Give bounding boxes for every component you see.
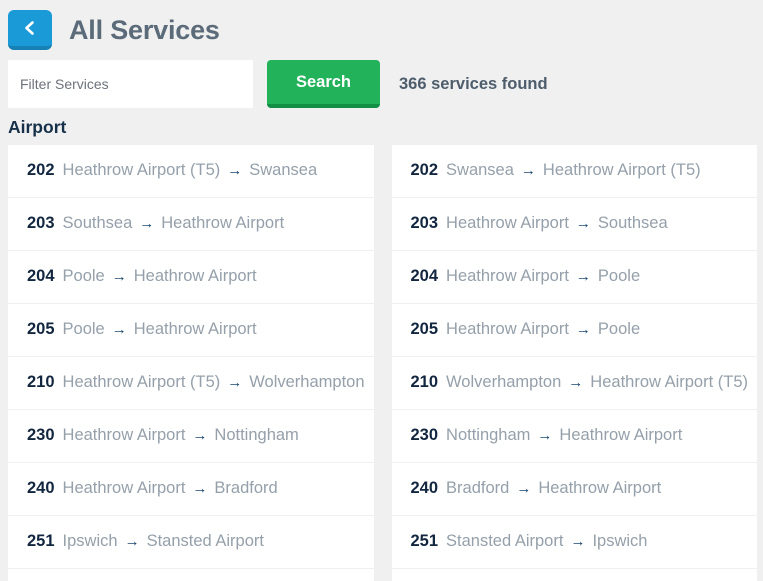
route-destination: Wolverhampton [249,373,365,391]
arrow-right-icon: → [111,268,127,285]
arrow-right-icon: → [227,374,243,391]
route-destination: Heathrow Airport [133,267,257,285]
route-destination: Stansted Airport [146,532,264,550]
route-destination: Heathrow Airport [559,426,683,444]
route-origin: Swansea [446,161,514,179]
route-destination: Heathrow Airport [161,214,285,232]
arrow-right-icon: → [516,480,532,497]
arrow-right-icon: → [575,321,591,338]
service-row[interactable]: 202 Heathrow Airport (T5) → Swansea [8,145,374,198]
all-services-page: All Services Search 366 services found A… [0,0,763,581]
route-origin: Heathrow Airport (T5) [62,373,221,391]
route-number: 251 [27,532,55,550]
arrow-right-icon: → [575,215,591,232]
route-origin: Poole [62,267,105,285]
route-destination: Ipswich [592,532,648,550]
route-origin: Stansted Airport [446,532,564,550]
left-column: 202 Heathrow Airport (T5) → Swansea 203 South… [8,144,374,581]
page-header: All Services [0,0,763,52]
service-row[interactable]: 210 Wolverhampton → Heathrow Airport (T5) [391,357,757,410]
route-number: 240 [27,479,55,497]
page-title: All Services [69,14,220,45]
arrow-right-icon: → [575,268,591,285]
route-number: 202 [410,161,439,179]
arrow-right-icon: → [124,533,140,550]
service-row[interactable]: 230 Nottingham → Heathrow Airport [391,410,757,463]
search-input[interactable] [8,60,253,108]
route-number: 240 [410,479,439,497]
route-origin: Nottingham [446,426,531,444]
service-row[interactable]: 204 Poole → Heathrow Airport [8,251,374,304]
route-number: 204 [410,267,439,285]
route-destination: Bradford [214,479,278,497]
route-destination: Nottingham [214,426,299,444]
route-origin: Southsea [62,214,133,232]
route-destination: Heathrow Airport [133,320,257,338]
route-origin: Heathrow Airport [62,479,186,497]
route-origin: Heathrow Airport [446,320,569,338]
service-row[interactable]: 240 Bradford → Heathrow Airport [391,463,757,516]
arrow-right-icon: → [227,162,243,179]
arrow-right-icon: → [570,533,586,550]
arrow-right-icon: → [192,427,208,444]
route-origin: Heathrow Airport [446,214,569,232]
route-origin: Ipswich [62,532,118,550]
route-origin: Heathrow Airport [62,426,186,444]
arrow-right-icon: → [139,215,155,232]
service-row[interactable]: 251 Stansted Airport → Ipswich [391,516,757,569]
service-columns: 202 Heathrow Airport (T5) → Swansea 203 South… [0,144,763,581]
search-button[interactable]: Search [267,60,380,108]
group-heading-airport: Airport [8,117,67,137]
service-row[interactable]: 210 Heathrow Airport (T5) → Wolverhampton [8,357,374,410]
service-row[interactable] [8,569,374,581]
route-number: 202 [27,161,55,179]
route-origin: Heathrow Airport (T5) [62,161,221,179]
route-number: 205 [410,320,439,338]
chevron-left-icon [21,19,39,37]
service-row[interactable]: 203 Heathrow Airport → Southsea [391,198,757,251]
search-bar: Search 366 services found [0,52,763,110]
service-row[interactable]: 251 Ipswich → Stansted Airport [8,516,374,569]
route-destination: Poole [597,320,641,338]
service-row[interactable]: 240 Heathrow Airport → Bradford [8,463,374,516]
service-row[interactable]: 230 Heathrow Airport → Nottingham [8,410,374,463]
route-origin: Bradford [446,479,510,497]
route-destination: Poole [597,267,641,285]
route-number: 210 [410,373,439,391]
service-row[interactable]: 205 Poole → Heathrow Airport [8,304,374,357]
arrow-right-icon: → [520,162,536,179]
service-row[interactable]: 202 Swansea → Heathrow Airport (T5) [391,145,757,198]
back-button[interactable] [8,10,52,50]
route-number: 251 [410,532,439,550]
route-destination: Heathrow Airport (T5) [542,161,701,179]
service-row[interactable] [392,569,758,581]
route-destination: Swansea [249,161,318,179]
route-destination: Heathrow Airport (T5) [590,373,749,391]
route-origin: Heathrow Airport [446,267,569,285]
arrow-right-icon: → [537,427,553,444]
route-number: 230 [27,426,55,444]
route-destination: Heathrow Airport [538,479,662,497]
route-destination: Southsea [597,214,668,232]
route-number: 203 [410,214,439,232]
arrow-right-icon: → [568,374,584,391]
right-column: 202 Swansea → Heathrow Airport (T5) 203 Heath… [391,144,758,581]
route-number: 210 [27,373,55,391]
route-number: 203 [27,214,55,232]
arrow-right-icon: → [111,321,127,338]
route-number: 230 [410,426,439,444]
route-origin: Wolverhampton [446,373,562,391]
route-number: 204 [27,267,55,285]
route-origin: Poole [62,320,105,338]
service-row[interactable]: 204 Heathrow Airport → Poole [391,251,757,304]
service-row[interactable]: 205 Heathrow Airport → Poole [391,304,757,357]
service-row[interactable]: 203 Southsea → Heathrow Airport [8,198,374,251]
results-count: 366 services found [399,75,548,93]
arrow-right-icon: → [192,480,208,497]
route-number: 205 [27,320,55,338]
